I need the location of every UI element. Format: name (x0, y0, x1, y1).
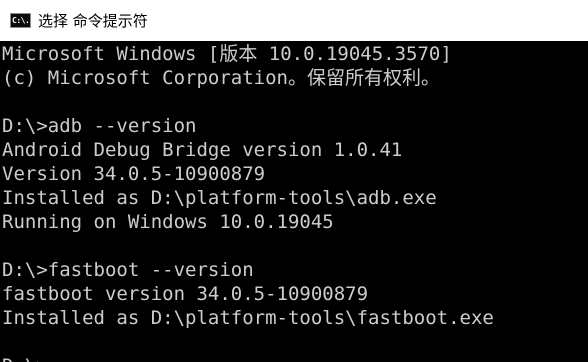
console-line-os-version: Microsoft Windows [版本 10.0.19045.3570] (2, 43, 452, 65)
title-bar[interactable]: C:\. 选择 命令提示符 (0, 0, 588, 41)
console-line-fastboot-version: fastboot version 34.0.5-10900879 (2, 283, 369, 305)
console-line-adb-installed: Installed as D:\platform-tools\adb.exe (2, 187, 437, 209)
command-prompt-window: C:\. 选择 命令提示符 Microsoft Windows [版本 10.0… (0, 0, 588, 362)
console-line-fastboot-command: D:\>fastboot --version (2, 259, 254, 281)
console-line-copyright: (c) Microsoft Corporation。保留所有权利。 (2, 67, 440, 89)
command-prompt-icon[interactable]: C:\. (10, 13, 31, 28)
console-line-adb-running: Running on Windows 10.0.19045 (2, 211, 334, 233)
console-line-fastboot-installed: Installed as D:\platform-tools\fastboot.… (2, 307, 494, 329)
console-line-adb-bridge-version: Android Debug Bridge version 1.0.41 (2, 139, 403, 161)
console-line-adb-version: Version 34.0.5-10900879 (2, 163, 266, 185)
console-line-adb-command: D:\>adb --version (2, 115, 197, 137)
console-prompt[interactable]: D:\> (2, 354, 588, 362)
console-output[interactable]: Microsoft Windows [版本 10.0.19045.3570] (… (2, 42, 588, 362)
window-title: 选择 命令提示符 (38, 12, 148, 30)
command-prompt-icon-label: C:\. (12, 15, 30, 25)
